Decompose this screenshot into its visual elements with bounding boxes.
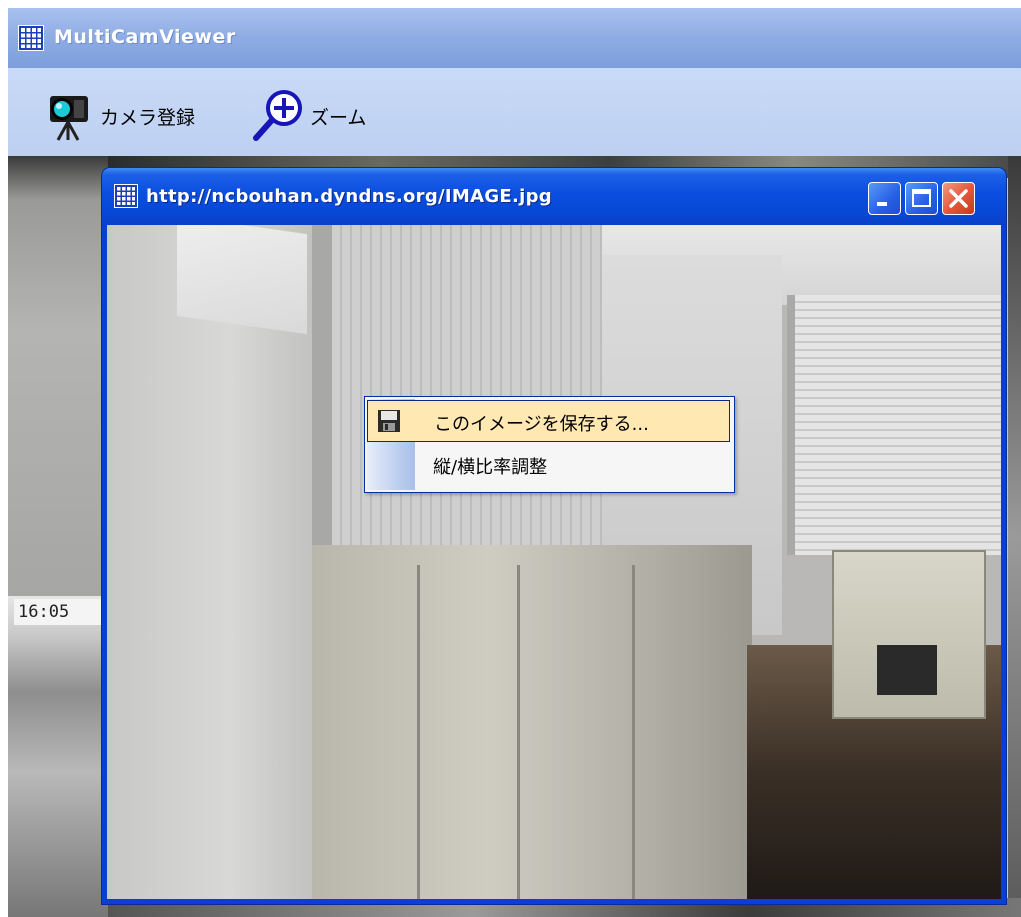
grid-icon (114, 184, 138, 208)
photo-cabinet-seam (632, 565, 635, 899)
image-viewer-title: http://ncbouhan.dyndns.org/IMAGE.jpg (146, 186, 552, 207)
zoom-button[interactable]: ズーム (250, 86, 366, 146)
image-viewer-window: http://ncbouhan.dyndns.org/IMAGE.jpg (102, 168, 1006, 904)
maximize-button[interactable] (905, 182, 938, 215)
register-camera-label: カメラ登録 (100, 106, 196, 129)
floppy-disk-icon (378, 410, 400, 432)
close-icon (949, 189, 968, 208)
photo-cabinet-seam (517, 565, 520, 899)
context-menu: このイメージを保存する... 縦/横比率調整 (364, 396, 735, 493)
image-viewer-titlebar[interactable]: http://ncbouhan.dyndns.org/IMAGE.jpg (102, 168, 1006, 225)
maximize-icon (912, 189, 931, 207)
camera-tile-right[interactable] (1008, 156, 1021, 917)
camera-tile-left-bottom[interactable] (8, 596, 108, 917)
toolbar: カメラ登録 ズーム (8, 68, 1021, 156)
app-title: MultiCamViewer (54, 26, 236, 48)
photo-blinds (332, 225, 602, 565)
photo-cabinet-seam (417, 565, 420, 899)
register-camera-button[interactable]: カメラ登録 (44, 86, 195, 146)
photo-machine-slot (877, 645, 937, 695)
zoom-label: ズーム (310, 106, 367, 129)
minimize-icon (877, 202, 887, 206)
camera-timestamp: 16:05 (14, 599, 108, 625)
close-button[interactable] (942, 182, 975, 215)
photo-wall-calendar (177, 225, 307, 335)
context-menu-label-aspect-ratio: 縦/横比率調整 (433, 457, 548, 478)
main-titlebar[interactable]: MultiCamViewer (8, 8, 1021, 68)
photo-cabinets (312, 545, 752, 899)
camera-icon (50, 96, 88, 141)
context-menu-label-save-image: このイメージを保存する... (434, 414, 649, 435)
grid-icon (18, 25, 44, 51)
zoom-in-icon (253, 90, 302, 141)
context-menu-item-save-image[interactable]: このイメージを保存する... (367, 400, 730, 442)
context-menu-item-aspect-ratio[interactable]: 縦/横比率調整 (367, 444, 730, 486)
minimize-button[interactable] (868, 182, 901, 215)
photo-window (787, 295, 1001, 555)
camera-image[interactable] (107, 225, 1001, 899)
camera-tile-left-top[interactable] (8, 156, 108, 596)
